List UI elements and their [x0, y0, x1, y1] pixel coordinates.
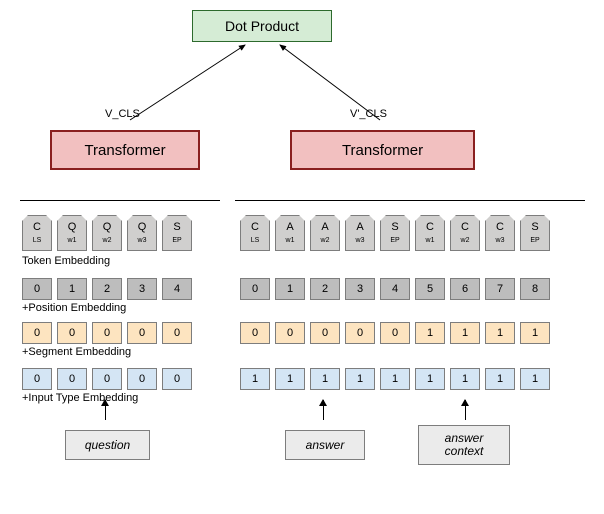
token-cell: Aw3	[345, 215, 375, 251]
typ-cell: 0	[162, 368, 192, 390]
pos-left: 0 1 2 3 4	[22, 278, 192, 300]
seg-right: 0 0 0 0 0 1 1 1 1	[240, 322, 550, 344]
typ-cell: 0	[57, 368, 87, 390]
typ-cell: 0	[92, 368, 122, 390]
seg-cell: 0	[22, 322, 52, 344]
answer-context-input-label: answer context	[418, 425, 510, 465]
pos-cell: 1	[275, 278, 305, 300]
typ-cell: 1	[415, 368, 445, 390]
typ-cell: 0	[127, 368, 157, 390]
token-cell: Aw2	[310, 215, 340, 251]
typ-right: 1 1 1 1 1 1 1 1 1	[240, 368, 550, 390]
pos-cell: 3	[345, 278, 375, 300]
seg-cell: 0	[92, 322, 122, 344]
vcls-right-label: V'_CLS	[350, 108, 387, 120]
tokens-left: CLS Qw1 Qw2 Qw3 SEP	[22, 215, 192, 251]
seg-emb-label: +Segment Embedding	[22, 346, 131, 358]
seg-cell: 0	[57, 322, 87, 344]
typ-left: 0 0 0 0 0	[22, 368, 192, 390]
pos-cell: 2	[310, 278, 340, 300]
typ-cell: 1	[240, 368, 270, 390]
typ-cell: 1	[345, 368, 375, 390]
arrow-up-icon	[105, 400, 106, 420]
token-cell: Cw2	[450, 215, 480, 251]
answer-input-label: answer	[285, 430, 365, 460]
seg-cell: 0	[380, 322, 410, 344]
dual-encoder-diagram: Dot Product V_CLS V'_CLS Transformer Tra…	[0, 0, 604, 514]
seg-cell: 0	[240, 322, 270, 344]
seg-cell: 1	[520, 322, 550, 344]
transformer-left: Transformer	[50, 130, 200, 170]
token-emb-label: Token Embedding	[22, 255, 110, 267]
typ-cell: 0	[22, 368, 52, 390]
pos-cell: 4	[380, 278, 410, 300]
arrow-up-icon	[323, 400, 324, 420]
typ-cell: 1	[380, 368, 410, 390]
seg-cell: 1	[485, 322, 515, 344]
pos-cell: 8	[520, 278, 550, 300]
typ-cell: 1	[310, 368, 340, 390]
divider-left	[20, 200, 220, 201]
seg-cell: 1	[450, 322, 480, 344]
seg-cell: 0	[310, 322, 340, 344]
token-cell: CLS	[22, 215, 52, 251]
pos-cell: 4	[162, 278, 192, 300]
token-cell: Cw3	[485, 215, 515, 251]
seg-cell: 0	[162, 322, 192, 344]
token-cell: Cw1	[415, 215, 445, 251]
vcls-left-label: V_CLS	[105, 108, 140, 120]
pos-cell: 0	[240, 278, 270, 300]
token-cell: Aw1	[275, 215, 305, 251]
pos-cell: 3	[127, 278, 157, 300]
token-cell: CLS	[240, 215, 270, 251]
seg-cell: 0	[127, 322, 157, 344]
pos-cell: 7	[485, 278, 515, 300]
pos-cell: 5	[415, 278, 445, 300]
typ-cell: 1	[485, 368, 515, 390]
token-cell: Qw2	[92, 215, 122, 251]
pos-right: 0 1 2 3 4 5 6 7 8	[240, 278, 550, 300]
pos-cell: 6	[450, 278, 480, 300]
seg-cell: 0	[275, 322, 305, 344]
typ-cell: 1	[275, 368, 305, 390]
transformer-right: Transformer	[290, 130, 475, 170]
token-cell: SEP	[162, 215, 192, 251]
seg-cell: 1	[415, 322, 445, 344]
tokens-right: CLS Aw1 Aw2 Aw3 SEP Cw1 Cw2 Cw3 SEP	[240, 215, 550, 251]
typ-cell: 1	[450, 368, 480, 390]
typ-emb-label: +Input Type Embedding	[22, 392, 138, 404]
pos-cell: 1	[57, 278, 87, 300]
token-cell: SEP	[520, 215, 550, 251]
typ-cell: 1	[520, 368, 550, 390]
token-cell: Qw3	[127, 215, 157, 251]
token-cell: Qw1	[57, 215, 87, 251]
arrow-up-icon	[465, 400, 466, 420]
pos-cell: 2	[92, 278, 122, 300]
divider-right	[235, 200, 585, 201]
dot-product-box: Dot Product	[192, 10, 332, 42]
question-input-label: question	[65, 430, 150, 460]
seg-cell: 0	[345, 322, 375, 344]
pos-cell: 0	[22, 278, 52, 300]
token-cell: SEP	[380, 215, 410, 251]
seg-left: 0 0 0 0 0	[22, 322, 192, 344]
pos-emb-label: +Position Embedding	[22, 302, 126, 314]
